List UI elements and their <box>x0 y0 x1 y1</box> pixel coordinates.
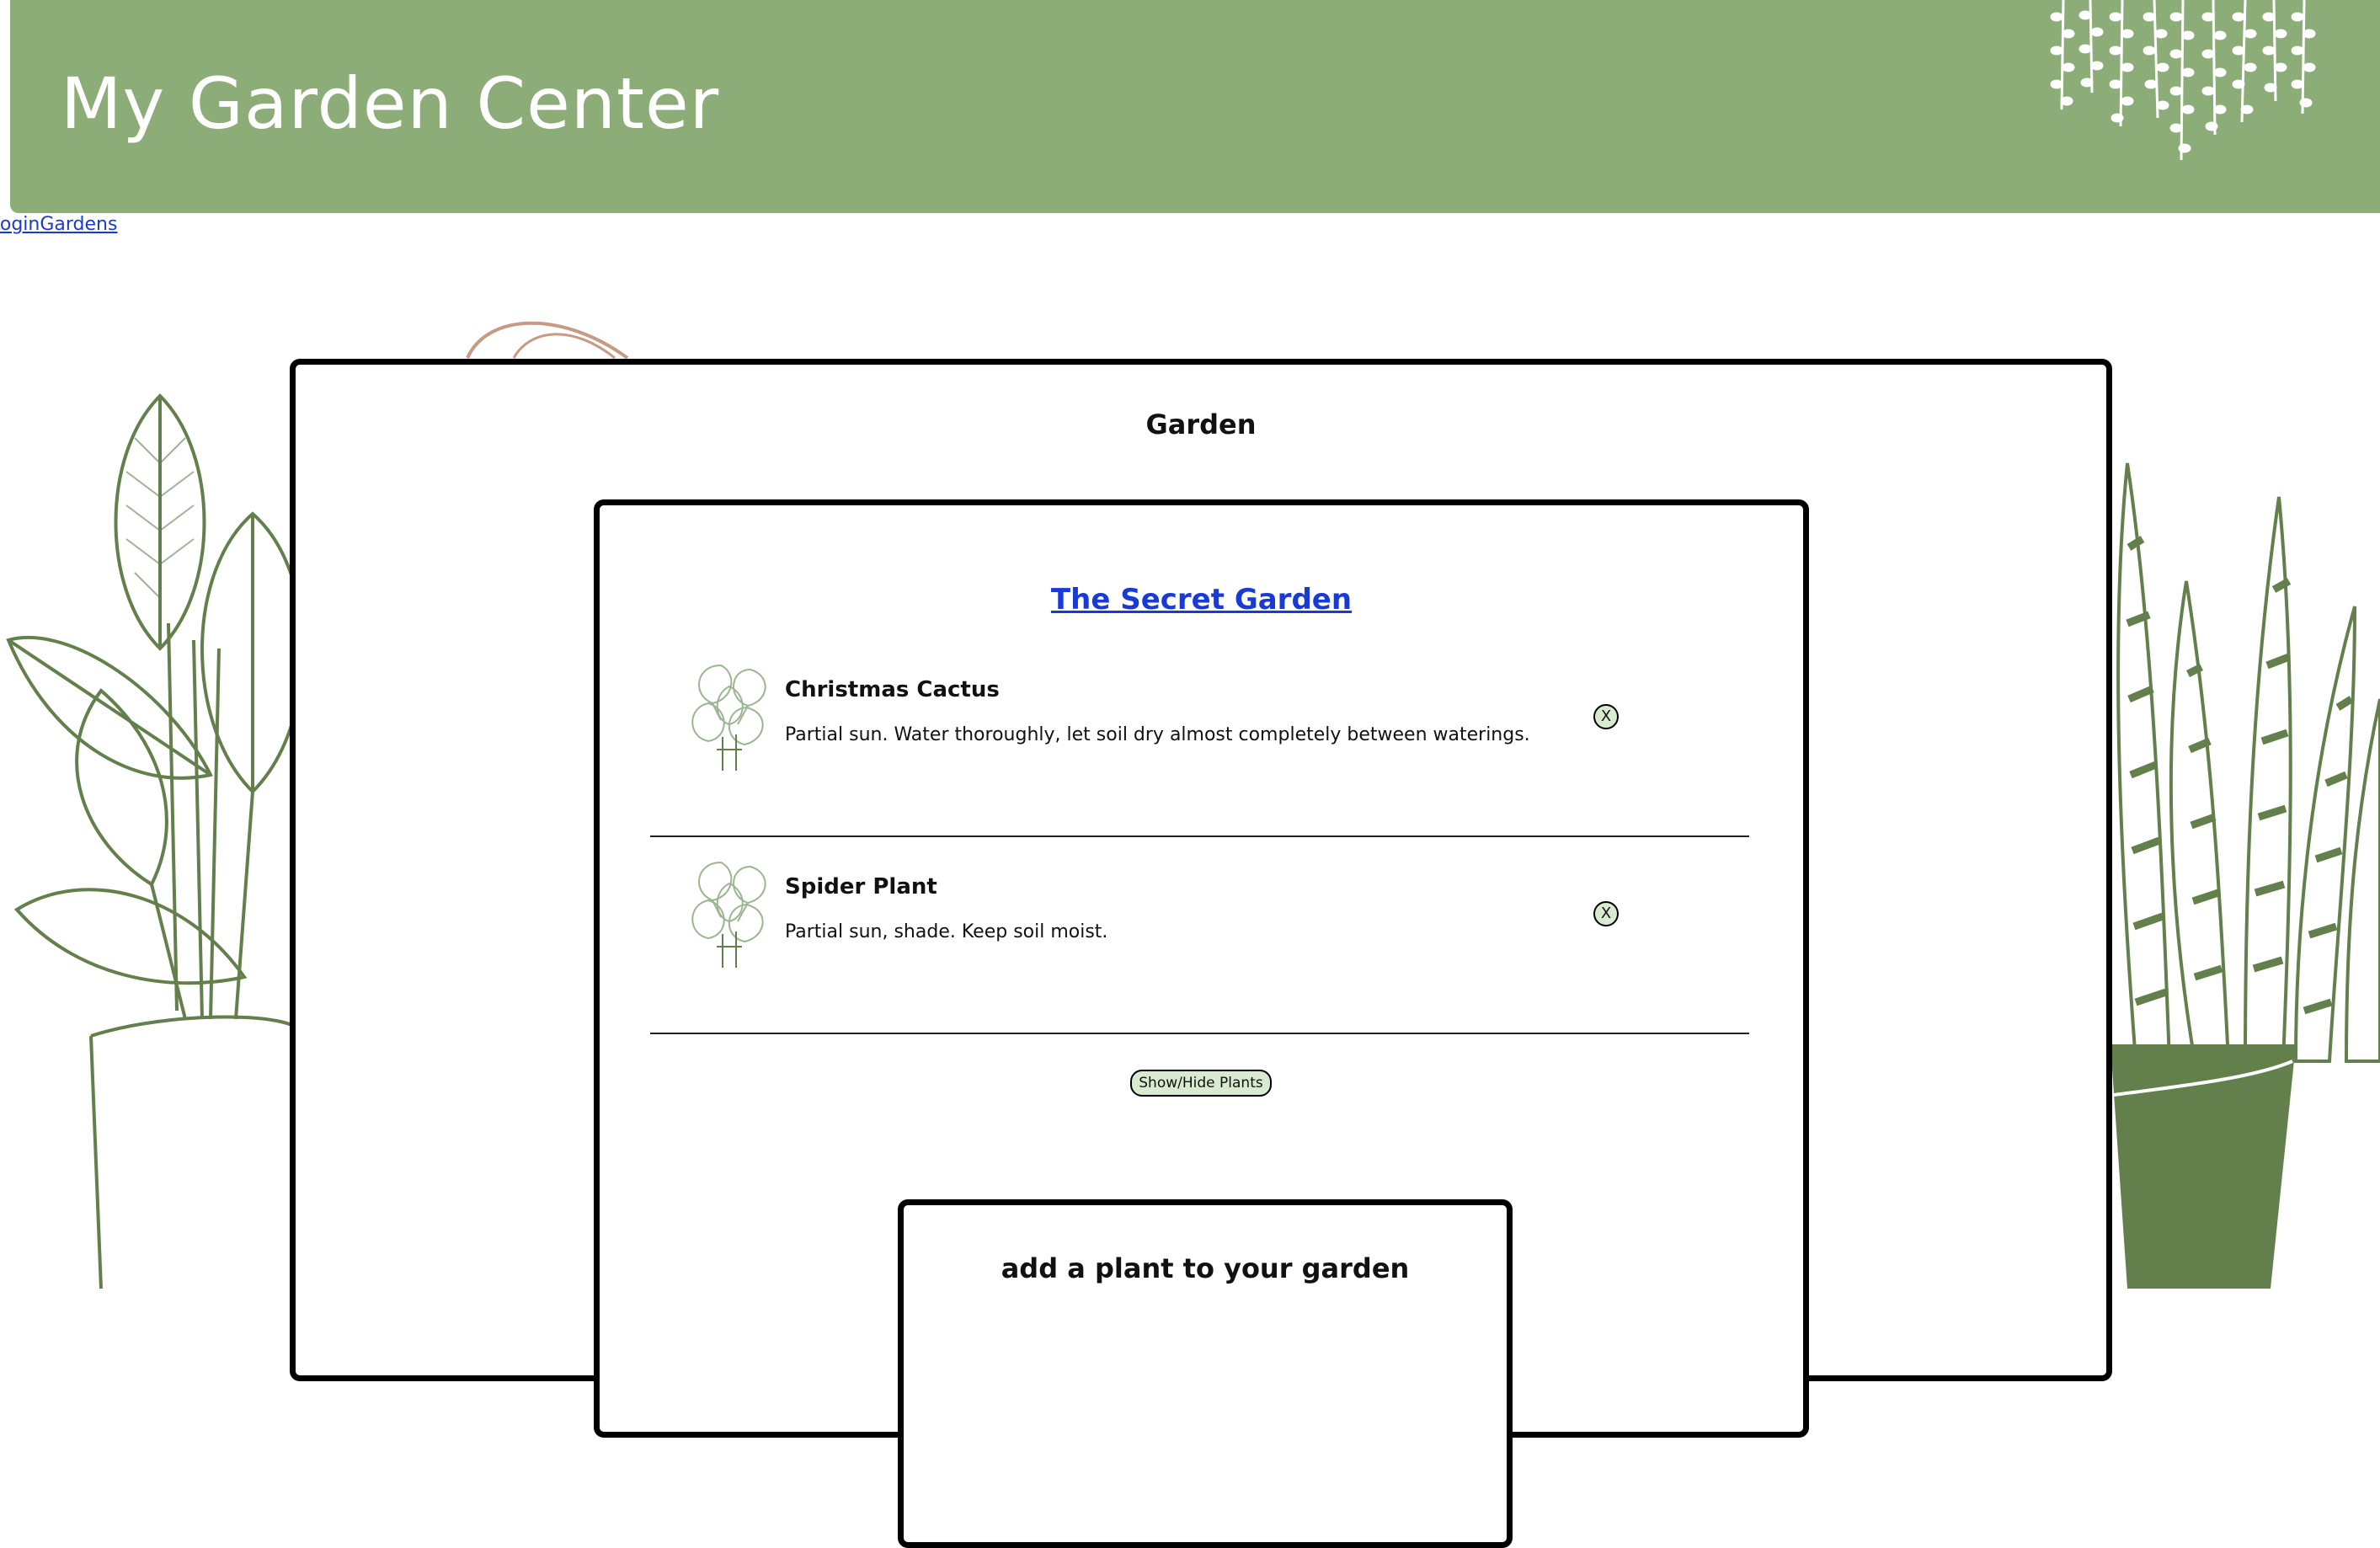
site-title: My Garden Center <box>61 62 720 145</box>
nav-link-login[interactable]: Login <box>0 214 40 235</box>
garden-card: The Secret Garden Christmas Cactus Parti… <box>594 499 1809 1548</box>
remove-plant-button[interactable]: X <box>1593 704 1619 729</box>
panel-title: Garden <box>1145 408 1257 440</box>
garden-name-link[interactable]: The Secret Garden <box>600 583 1803 617</box>
plant-name: Christmas Cactus <box>785 677 1000 702</box>
plant-care-text: Partial sun. Water thoroughly, let soil … <box>785 724 1530 745</box>
garden-panel: Garden The Secret Garden Christmas Cactu… <box>290 359 2112 1548</box>
add-plant-form-card: add a plant to your garden <box>898 1199 1513 1548</box>
monstera-plant-icon <box>691 664 766 771</box>
remove-plant-button[interactable]: X <box>1593 901 1619 926</box>
add-plant-title: add a plant to your garden <box>1001 1252 1410 1284</box>
monstera-plant-icon <box>691 861 766 968</box>
plant-name: Spider Plant <box>785 874 937 899</box>
banana-plant-illustration-icon <box>6 393 303 1289</box>
leaf-illustration-icon <box>466 321 629 360</box>
plant-list-item: Spider Plant Partial sun, shade. Keep so… <box>650 837 1749 1034</box>
plant-care-text: Partial sun, shade. Keep soil moist. <box>785 921 1108 942</box>
plant-list-item: Christmas Cactus Partial sun. Water thor… <box>650 640 1749 837</box>
nav-link-gardens[interactable]: Gardens <box>40 214 117 235</box>
snake-plant-illustration-icon <box>2111 462 2380 1289</box>
show-hide-plants-button[interactable]: Show/Hide Plants <box>1130 1070 1272 1097</box>
top-nav: LoginGardens <box>0 214 117 235</box>
hanging-plant-icon <box>2050 0 2316 161</box>
site-header: My Garden Center <box>10 0 2380 213</box>
